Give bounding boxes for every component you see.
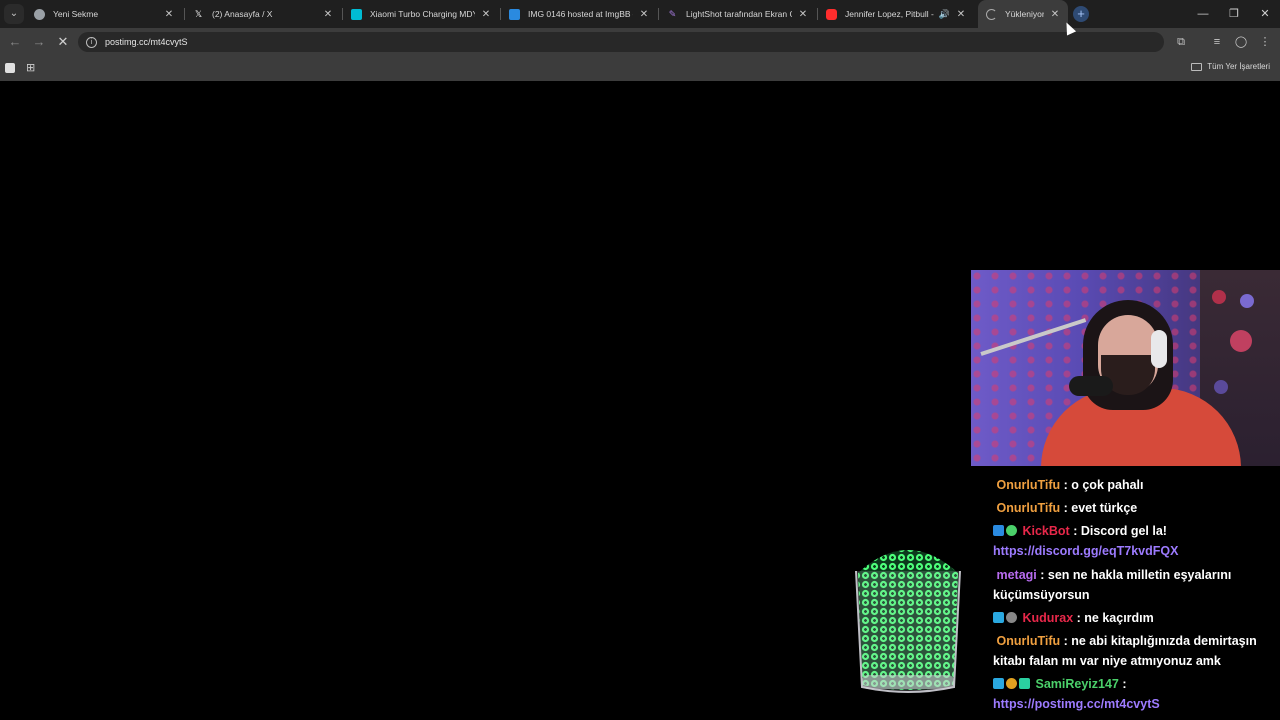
arrow-right-icon: → (32, 34, 46, 49)
tab-strip: ⌄ Yeni Sekme ✕ 𝕏 (2) Anasayfa / X ✕ Xiao… (0, 0, 1280, 28)
bead-cup-graphic (855, 550, 961, 693)
coin-badge-icon (1006, 678, 1017, 689)
subscriber-badge-icon (993, 612, 1004, 623)
close-icon[interactable]: ✕ (481, 9, 491, 20)
close-icon: ✕ (57, 34, 69, 49)
chat-text: : evet türkçe (1060, 501, 1138, 515)
chat-message: metagi : sen ne hakla milletin eşyaların… (993, 565, 1280, 605)
site-icon (351, 8, 362, 20)
chat-text: : ne kaçırdım (1073, 611, 1154, 625)
tab-title: Jennifer Lopez, Pitbull - On (845, 9, 935, 19)
shelf-figure (1230, 330, 1252, 352)
browser-toolbar: ← → ✕ i postimg.cc/mt4cvytS ⧉ ≡ ◯ ⋮ (0, 28, 1280, 56)
tab-1[interactable]: 𝕏 (2) Anasayfa / X ✕ (185, 4, 341, 24)
plus-icon: + (1077, 6, 1085, 21)
close-icon[interactable]: ✕ (798, 9, 808, 20)
forward-button[interactable]: → (30, 33, 48, 51)
close-icon[interactable]: ✕ (639, 9, 649, 20)
microphone (1069, 376, 1113, 396)
tab-2[interactable]: Xiaomi Turbo Charging MDY-1 ✕ (343, 4, 499, 24)
shelf-figure (1240, 294, 1254, 308)
site-info-icon[interactable]: i (86, 36, 97, 48)
speaker-icon[interactable]: 🔊 (939, 9, 950, 20)
close-icon[interactable]: ✕ (956, 9, 966, 20)
verified-badge-icon (1006, 525, 1017, 536)
apps-grid-icon[interactable]: ⊞ (26, 62, 38, 74)
youtube-icon (826, 8, 837, 20)
shelf-figure (1212, 290, 1226, 304)
tab-search-button[interactable]: ⌄ (4, 4, 24, 24)
all-bookmarks-button[interactable]: Tüm Yer İşaretleri (1191, 62, 1270, 71)
gift-badge-icon (1006, 612, 1017, 623)
feather-icon: ✎ (668, 8, 677, 19)
tab-4[interactable]: ✎ LightShot tarafından Ekran Gör ✕ (659, 4, 816, 24)
tab-5[interactable]: Jennifer Lopez, Pitbull - On 🔊 ✕ (818, 4, 974, 24)
folder-icon (1191, 62, 1203, 71)
chat-message: OnurluTifu : evet türkçe (993, 498, 1280, 518)
bookmarks-bar: ⊞ Tüm Yer İşaretleri (0, 56, 1280, 81)
close-icon[interactable]: ✕ (164, 9, 174, 20)
close-icon: ✕ (1260, 8, 1270, 20)
chat-username: KickBot (1022, 524, 1070, 538)
minimize-button[interactable]: — (1193, 4, 1213, 24)
bookmark-page-icon[interactable] (5, 63, 15, 73)
chat-text: : (1118, 677, 1127, 691)
chrome-icon (34, 8, 45, 20)
chat-username: OnurluTifu (996, 634, 1061, 648)
tab-3[interactable]: IMG 0146 hosted at ImgBB — I ✕ (501, 4, 657, 24)
shelf-figure (1214, 380, 1228, 394)
tab-title: Yükleniyor... (1005, 9, 1044, 19)
loading-spinner-icon (986, 8, 997, 20)
restore-icon: ❐ (1229, 8, 1239, 20)
chat-username: OnurluTifu (996, 478, 1061, 492)
glass-base (862, 675, 954, 689)
all-bookmarks-label: Tüm Yer İşaretleri (1207, 62, 1270, 71)
tab-title: IMG 0146 hosted at ImgBB — I (528, 9, 633, 19)
chat-username: OnurluTifu (996, 501, 1061, 515)
streamer-webcam (971, 270, 1280, 466)
profile-icon[interactable]: ◯ (1233, 34, 1249, 50)
bot-badge-icon (993, 525, 1004, 536)
tab-0[interactable]: Yeni Sekme ✕ (26, 4, 182, 24)
chat-message: OnurluTifu : o çok pahalı (993, 475, 1280, 495)
back-button[interactable]: ← (6, 33, 24, 51)
chat-text: : o çok pahalı (1060, 478, 1144, 492)
media-control-icon[interactable]: ≡ (1209, 34, 1225, 50)
chat-message: OnurluTifu : ne abi kitaplığınızda demir… (993, 631, 1280, 671)
stream-chat: OnurluTifu : o çok pahalı OnurluTifu : e… (993, 478, 1280, 714)
extensions-icon[interactable]: ⧉ (1173, 34, 1189, 50)
tab-title: LightShot tarafından Ekran Gör (686, 9, 792, 19)
chat-link[interactable]: https://postimg.cc/mt4cvytS (993, 697, 1160, 711)
headset (1151, 330, 1167, 368)
more-menu-icon[interactable]: ⋮ (1257, 34, 1273, 50)
x-logo-icon: 𝕏 (194, 8, 203, 19)
arrow-left-icon: ← (8, 34, 22, 49)
gift-badge-icon (1019, 678, 1030, 689)
chat-username: Kudurax (1022, 611, 1074, 625)
new-tab-button[interactable]: + (1073, 6, 1089, 22)
url-text[interactable]: postimg.cc/mt4cvytS (105, 37, 188, 47)
tab-title: (2) Anasayfa / X (212, 9, 273, 19)
chat-username: SamiReyiz147 (1035, 677, 1119, 691)
subscriber-badge-icon (993, 678, 1004, 689)
chat-message: SamiReyiz147 : https://postimg.cc/mt4cvy… (993, 674, 1280, 714)
close-icon[interactable]: ✕ (323, 9, 333, 20)
minimize-icon: — (1197, 8, 1209, 20)
chat-message: KickBot : Discord gel la! https://discor… (993, 521, 1280, 561)
imgbb-icon (509, 8, 520, 20)
close-window-button[interactable]: ✕ (1255, 4, 1275, 24)
chat-text: : Discord gel la! (1069, 524, 1167, 538)
address-bar[interactable]: i postimg.cc/mt4cvytS (78, 32, 1164, 52)
close-icon[interactable]: ✕ (1050, 9, 1060, 20)
chevron-down-icon: ⌄ (9, 8, 19, 19)
tab-title: Xiaomi Turbo Charging MDY-1 (370, 9, 475, 19)
tab-6-active[interactable]: Yükleniyor... ✕ (978, 0, 1068, 28)
chat-link[interactable]: https://discord.gg/eqT7kvdFQX (993, 544, 1178, 558)
tab-title: Yeni Sekme (53, 9, 99, 19)
chat-username: metagi (996, 568, 1037, 582)
glass-outline (855, 570, 961, 693)
restore-button[interactable]: ❐ (1224, 4, 1244, 24)
stop-loading-button[interactable]: ✕ (54, 33, 72, 51)
chat-message: Kudurax : ne kaçırdım (993, 608, 1280, 628)
